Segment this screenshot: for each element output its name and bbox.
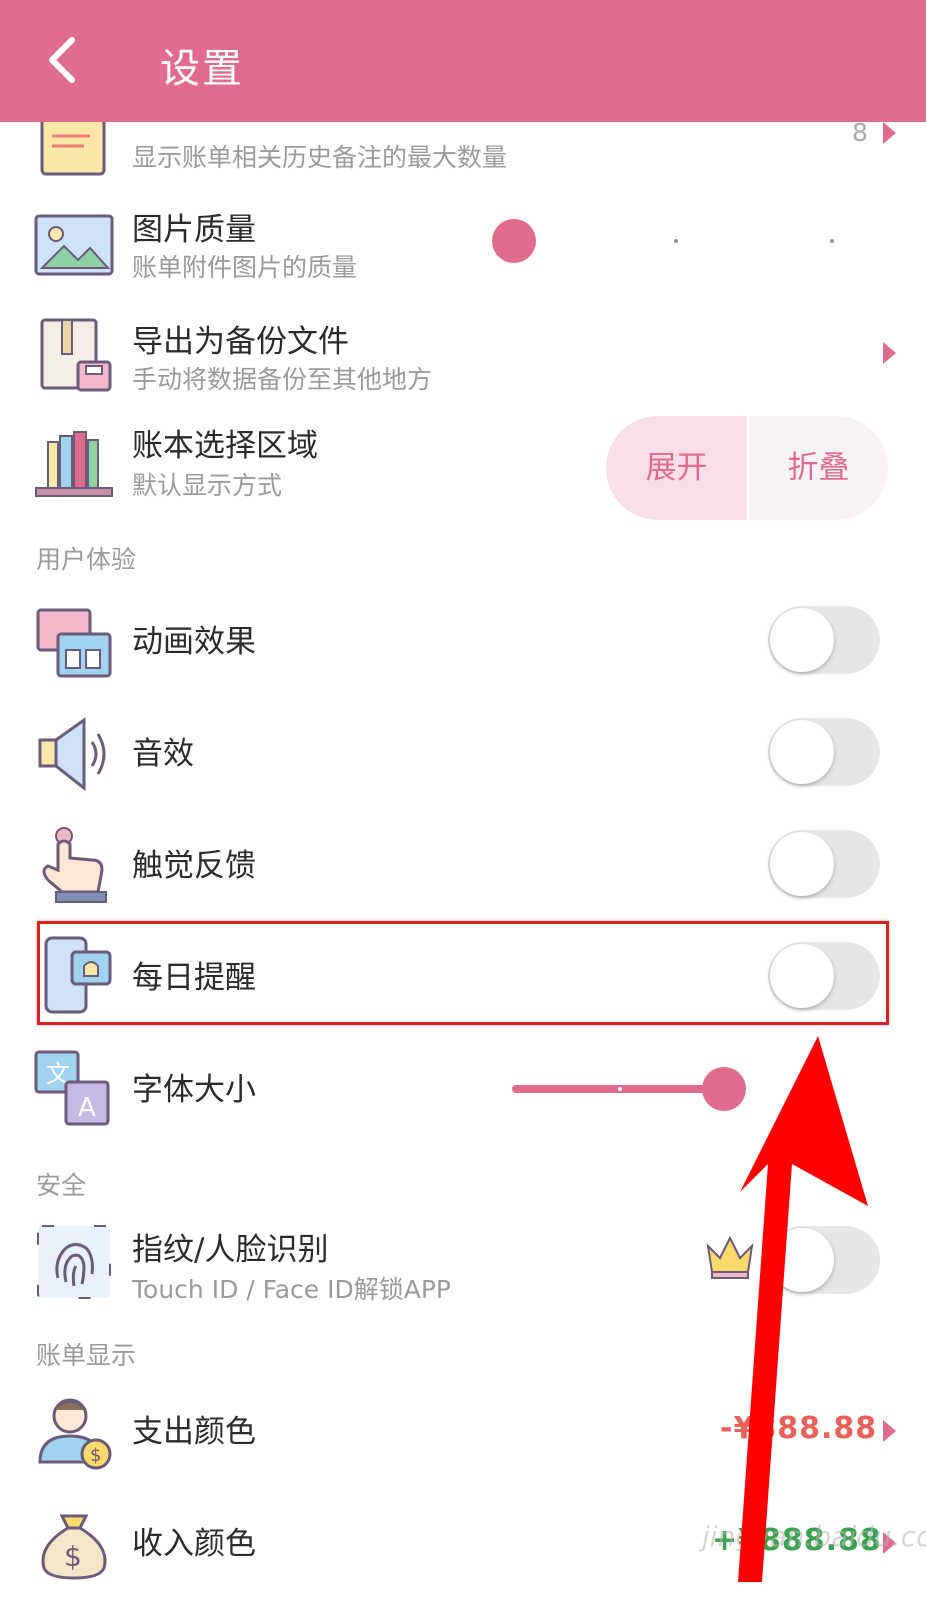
highlight-box	[37, 921, 889, 1025]
income-color-title: 收入颜色	[132, 1526, 256, 1562]
book-area-title: 账本选择区域	[132, 428, 318, 464]
export-backup-title: 导出为备份文件	[132, 324, 349, 360]
expense-color-title: 支出颜色	[132, 1414, 256, 1450]
notes-max-chevron-icon	[883, 122, 896, 144]
notepad-icon	[40, 112, 106, 176]
font-size-row: 文 A 字体大小	[0, 1044, 926, 1144]
picture-icon	[34, 214, 114, 276]
toggle-knob	[770, 608, 834, 672]
user-money-icon: $	[38, 1398, 112, 1470]
section-security: 安全	[36, 1171, 87, 1200]
biometric-title: 指纹/人脸识别	[132, 1232, 329, 1268]
biometric-subtitle: Touch ID / Face ID解锁APP	[132, 1275, 451, 1304]
speaker-icon	[38, 717, 106, 792]
haptic-row: 触觉反馈	[0, 820, 926, 920]
animation-row: 动画效果	[0, 596, 926, 696]
animation-toggle[interactable]	[768, 606, 880, 674]
back-chevron-icon[interactable]	[38, 30, 98, 90]
toggle-knob	[770, 720, 834, 784]
image-quality-title: 图片质量	[132, 212, 256, 248]
animation-title: 动画效果	[132, 624, 256, 660]
image-quality-slider[interactable]	[490, 218, 840, 264]
translate-text-icon: 文 A	[34, 1050, 110, 1126]
biometric-toggle[interactable]	[768, 1226, 880, 1294]
slider-tick	[618, 1087, 622, 1091]
book-area-segmented-control: 展开 折叠	[606, 416, 888, 520]
money-bag-icon: $	[41, 1514, 107, 1580]
segment-collapse[interactable]: 折叠	[747, 416, 888, 520]
export-backup-chevron-icon	[883, 342, 896, 364]
svg-text:$: $	[64, 1540, 82, 1573]
notes-max-subtitle: 显示账单相关历史备注的最大数量	[132, 143, 508, 172]
fingerprint-icon	[37, 1225, 111, 1299]
haptic-toggle[interactable]	[768, 830, 880, 898]
toggle-knob	[770, 1228, 834, 1292]
slider-thumb[interactable]	[702, 1067, 746, 1111]
image-quality-subtitle: 账单附件图片的质量	[132, 253, 358, 282]
book-area-subtitle: 默认显示方式	[132, 471, 283, 500]
zip-file-icon	[40, 318, 112, 392]
finger-touch-icon	[42, 827, 107, 903]
slider-thumb[interactable]	[492, 219, 536, 263]
crown-icon	[706, 1235, 754, 1279]
toggle-knob	[770, 832, 834, 896]
export-backup-row[interactable]: 导出为备份文件 手动将数据备份至其他地方	[0, 306, 926, 406]
font-size-title: 字体大小	[132, 1072, 256, 1108]
svg-text:A: A	[78, 1093, 96, 1123]
slider-tick	[830, 239, 834, 243]
biometric-row: 指纹/人脸识别 Touch ID / Face ID解锁APP	[0, 1214, 926, 1314]
bookshelf-icon	[35, 431, 113, 497]
expense-color-value: -¥888.88	[720, 1411, 878, 1446]
expense-color-chevron-icon	[883, 1420, 896, 1442]
haptic-title: 触觉反馈	[132, 848, 256, 884]
segment-expand[interactable]: 展开	[606, 416, 747, 520]
slider-tick	[674, 239, 678, 243]
animation-frames-icon	[36, 608, 112, 678]
section-user-experience: 用户体验	[36, 545, 137, 574]
app-header: 设置	[0, 0, 926, 122]
font-size-slider[interactable]	[512, 1066, 752, 1112]
section-bill-display: 账单显示	[36, 1341, 137, 1370]
sound-title: 音效	[132, 736, 194, 772]
sound-row: 音效	[0, 708, 926, 808]
watermark: jingyan.baidu.com	[702, 1520, 926, 1553]
page-title: 设置	[160, 46, 244, 92]
sound-toggle[interactable]	[768, 718, 880, 786]
export-backup-subtitle: 手动将数据备份至其他地方	[132, 365, 433, 394]
svg-text:$: $	[90, 1445, 101, 1466]
notes-max-value: 8	[852, 118, 868, 147]
